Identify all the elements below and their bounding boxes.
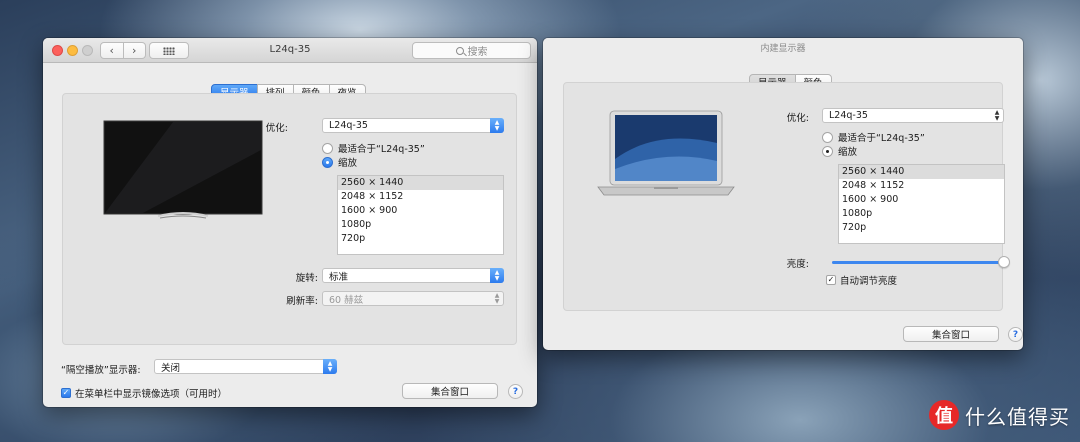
resolution-item[interactable]: 2048 × 1152 xyxy=(839,179,1004,193)
airplay-value: 关闭 xyxy=(161,362,181,374)
search-field[interactable]: 搜索 xyxy=(412,42,531,59)
brightness-label: 亮度: xyxy=(786,259,809,270)
mirror-options-label: 在菜单栏中显示镜像选项（可用时） xyxy=(75,389,228,400)
watermark-text: 什么值得买 xyxy=(965,404,1070,429)
resolution-item[interactable]: 2560 × 1440 xyxy=(839,165,1004,179)
popup-arrows-icon: ▲ ▼ xyxy=(490,268,504,283)
resolution-item[interactable]: 1080p xyxy=(839,207,1004,221)
refresh-rate-popup[interactable]: 60 赫兹 ▲ ▼ xyxy=(322,291,504,306)
radio-best-for-display[interactable]: 最适合于“L24q-35” xyxy=(822,130,925,144)
watermark-logo: 值 什么值得买 xyxy=(929,400,1070,430)
watermark-badge: 值 xyxy=(929,400,959,430)
titlebar: ‹ › L24q-35 搜索 xyxy=(43,38,537,63)
brightness-slider-knob[interactable] xyxy=(998,256,1010,268)
gather-windows-button[interactable]: 集合窗口 xyxy=(903,326,999,342)
window-title: 内建显示器 xyxy=(760,44,806,54)
resolution-item[interactable]: 720p xyxy=(839,221,1004,235)
auto-brightness-checkbox[interactable]: ✓ 自动调节亮度 xyxy=(826,273,897,287)
checkbox-checked-icon: ✓ xyxy=(826,275,836,285)
help-button[interactable]: ? xyxy=(1008,327,1023,342)
display-prefs-window-builtin: 内建显示器 显示器 颜色 优化: L24q-35 ▲▼ 最适合于“L24q-35… xyxy=(543,38,1023,350)
airplay-popup[interactable]: 关闭 ▲ ▼ xyxy=(154,359,337,374)
radio-scaled[interactable]: 缩放 xyxy=(822,144,857,158)
resolution-list[interactable]: 2560 × 1440 2048 × 1152 1600 × 900 1080p… xyxy=(337,175,504,255)
radio-scaled-label: 缩放 xyxy=(838,147,858,158)
auto-brightness-label: 自动调节亮度 xyxy=(840,276,898,287)
laptop-icon xyxy=(597,110,735,196)
search-placeholder: 搜索 xyxy=(467,47,488,58)
monitor-icon xyxy=(103,120,263,219)
radio-scaled-label: 缩放 xyxy=(338,158,358,169)
help-button[interactable]: ? xyxy=(508,384,523,399)
popup-arrows-icon: ▲ ▼ xyxy=(494,291,500,305)
radio-best-for-display[interactable]: 最适合于“L24q-35” xyxy=(322,141,425,155)
optimize-label: 优化: xyxy=(786,113,809,124)
resolution-item[interactable]: 1600 × 900 xyxy=(839,193,1004,207)
refresh-value: 60 赫兹 xyxy=(329,294,364,306)
resolution-item[interactable]: 720p xyxy=(338,232,503,246)
optimize-value: L24q-35 xyxy=(329,120,368,131)
radio-button xyxy=(822,131,833,143)
rotation-value: 标准 xyxy=(329,271,349,283)
optimize-popup[interactable]: L24q-35 ▲ ▼ xyxy=(822,108,1004,123)
rotation-popup[interactable]: 标准 ▲ ▼ xyxy=(322,268,504,283)
resolution-item[interactable]: 1600 × 900 xyxy=(338,204,503,218)
radio-button-selected xyxy=(322,156,333,168)
popup-arrows-icon: ▲ ▼ xyxy=(323,359,337,374)
gather-windows-button[interactable]: 集合窗口 xyxy=(402,383,498,399)
optimize-value: L24q-35 xyxy=(829,110,868,121)
radio-button-selected xyxy=(822,145,833,157)
refresh-label: 刷新率: xyxy=(286,296,318,307)
radio-best-label: 最适合于“L24q-35” xyxy=(838,133,925,144)
popup-arrows-icon: ▲ ▼ xyxy=(490,118,504,133)
titlebar: 内建显示器 xyxy=(543,38,1023,54)
checkbox-checked-icon: ✓ xyxy=(61,388,71,398)
display-settings-panel: 优化: L24q-35 ▲ ▼ 最适合于“L24q-35” 缩放 2560 × 1… xyxy=(563,82,1010,311)
rotation-label: 旋转: xyxy=(295,273,318,284)
resolution-item[interactable]: 2560 × 1440 xyxy=(338,176,503,190)
display-prefs-window-external: ‹ › L24q-35 搜索 显示器 排列 颜色 夜览 优化: L24q-35 … xyxy=(43,38,537,407)
optimize-label: 优化: xyxy=(265,123,288,134)
resolution-item[interactable]: 1080p xyxy=(338,218,503,232)
optimize-popup[interactable]: L24q-35 ▲ ▼ xyxy=(322,118,504,133)
radio-button xyxy=(322,142,333,154)
radio-best-label: 最适合于“L24q-35” xyxy=(338,144,425,155)
brightness-slider[interactable] xyxy=(832,256,1010,268)
search-icon xyxy=(455,46,464,55)
popup-arrows-icon: ▲ ▼ xyxy=(994,108,1000,122)
resolution-list[interactable]: 2560 × 1440 2048 × 1152 1600 × 900 1080p… xyxy=(838,164,1005,244)
resolution-item[interactable]: 2048 × 1152 xyxy=(338,190,503,204)
radio-scaled[interactable]: 缩放 xyxy=(322,155,357,169)
brightness-slider-fill xyxy=(832,261,1004,264)
display-settings-panel: 优化: L24q-35 ▲ ▼ 最适合于“L24q-35” 缩放 2560 × 1… xyxy=(62,93,517,345)
mirror-options-checkbox[interactable]: ✓ 在菜单栏中显示镜像选项（可用时） xyxy=(61,386,227,400)
